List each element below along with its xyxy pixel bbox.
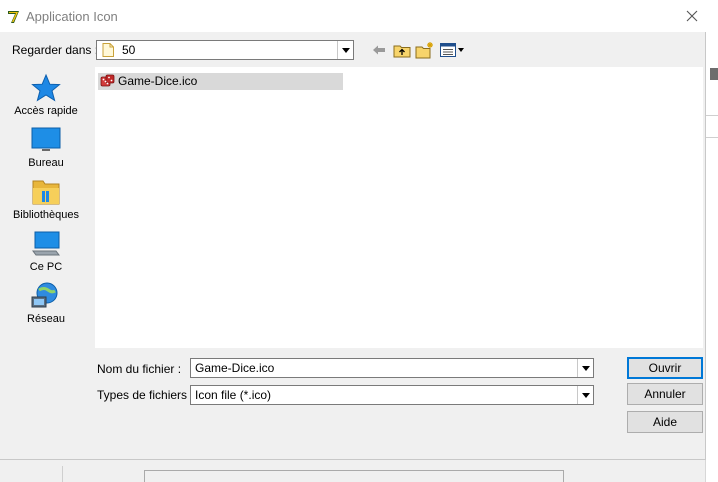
chevron-down-icon xyxy=(341,47,350,53)
background-divider xyxy=(62,466,63,482)
open-button[interactable]: Ouvrir xyxy=(627,357,703,379)
cancel-button[interactable]: Annuler xyxy=(627,383,703,405)
filename-value: Game-Dice.ico xyxy=(195,361,275,375)
place-network[interactable]: Réseau xyxy=(8,281,84,325)
place-quick-access[interactable]: Accès rapide xyxy=(8,73,84,117)
background-divider xyxy=(705,115,718,116)
folder-up-icon xyxy=(393,45,411,58)
background-scroll-fragment xyxy=(710,68,718,80)
file-list[interactable] xyxy=(95,67,703,348)
app-logo-icon xyxy=(7,9,21,23)
close-icon xyxy=(686,10,698,22)
list-item[interactable]: Game-Dice.ico xyxy=(98,73,343,90)
network-icon xyxy=(31,282,58,308)
dice-icon xyxy=(100,74,115,87)
filetype-value: Icon file (*.ico) xyxy=(195,388,272,402)
filename-dropdown-button[interactable] xyxy=(577,359,593,377)
place-label: Réseau xyxy=(27,313,65,325)
new-folder-icon xyxy=(415,42,433,59)
filename-label: Nom du fichier : xyxy=(97,362,182,376)
help-button[interactable]: Aide xyxy=(627,411,703,433)
star-icon xyxy=(31,73,61,102)
window-title: Application Icon xyxy=(26,9,118,24)
place-label: Ce PC xyxy=(29,261,63,273)
look-in-combo[interactable]: 50 xyxy=(96,40,354,60)
new-folder-button[interactable] xyxy=(415,40,435,60)
filename-field[interactable]: Game-Dice.ico xyxy=(190,358,594,378)
folder-icon xyxy=(102,43,114,57)
look-in-label: Regarder dans : xyxy=(12,43,99,57)
up-folder-button[interactable] xyxy=(392,40,412,60)
chevron-down-icon xyxy=(458,48,464,52)
look-in-value: 50 xyxy=(122,43,136,57)
close-button[interactable] xyxy=(678,4,706,28)
place-label: Bibliothèques xyxy=(12,209,80,221)
look-in-dropdown-button[interactable] xyxy=(337,41,353,59)
background-divider xyxy=(705,137,718,138)
chevron-down-icon xyxy=(581,392,590,398)
desktop-icon xyxy=(31,127,61,151)
place-label: Bureau xyxy=(28,157,64,169)
view-list-icon xyxy=(440,43,456,57)
place-libraries[interactable]: Bibliothèques xyxy=(8,177,84,221)
back-button[interactable] xyxy=(371,40,387,60)
filetype-label: Types de fichiers : xyxy=(97,388,194,402)
background-divider xyxy=(563,470,564,482)
filetype-dropdown-button[interactable] xyxy=(577,386,593,404)
background-divider xyxy=(144,470,145,482)
background-divider xyxy=(144,470,564,471)
back-arrow-icon xyxy=(373,45,385,55)
libraries-icon xyxy=(32,180,60,205)
place-this-pc[interactable]: Ce PC xyxy=(8,229,84,273)
filetype-select[interactable]: Icon file (*.ico) xyxy=(190,385,594,405)
place-desktop[interactable]: Bureau xyxy=(8,125,84,169)
view-menu-button[interactable] xyxy=(438,40,466,60)
chevron-down-icon xyxy=(581,365,590,371)
computer-icon xyxy=(32,231,60,256)
file-name: Game-Dice.ico xyxy=(118,74,198,88)
place-label: Accès rapide xyxy=(14,105,78,117)
